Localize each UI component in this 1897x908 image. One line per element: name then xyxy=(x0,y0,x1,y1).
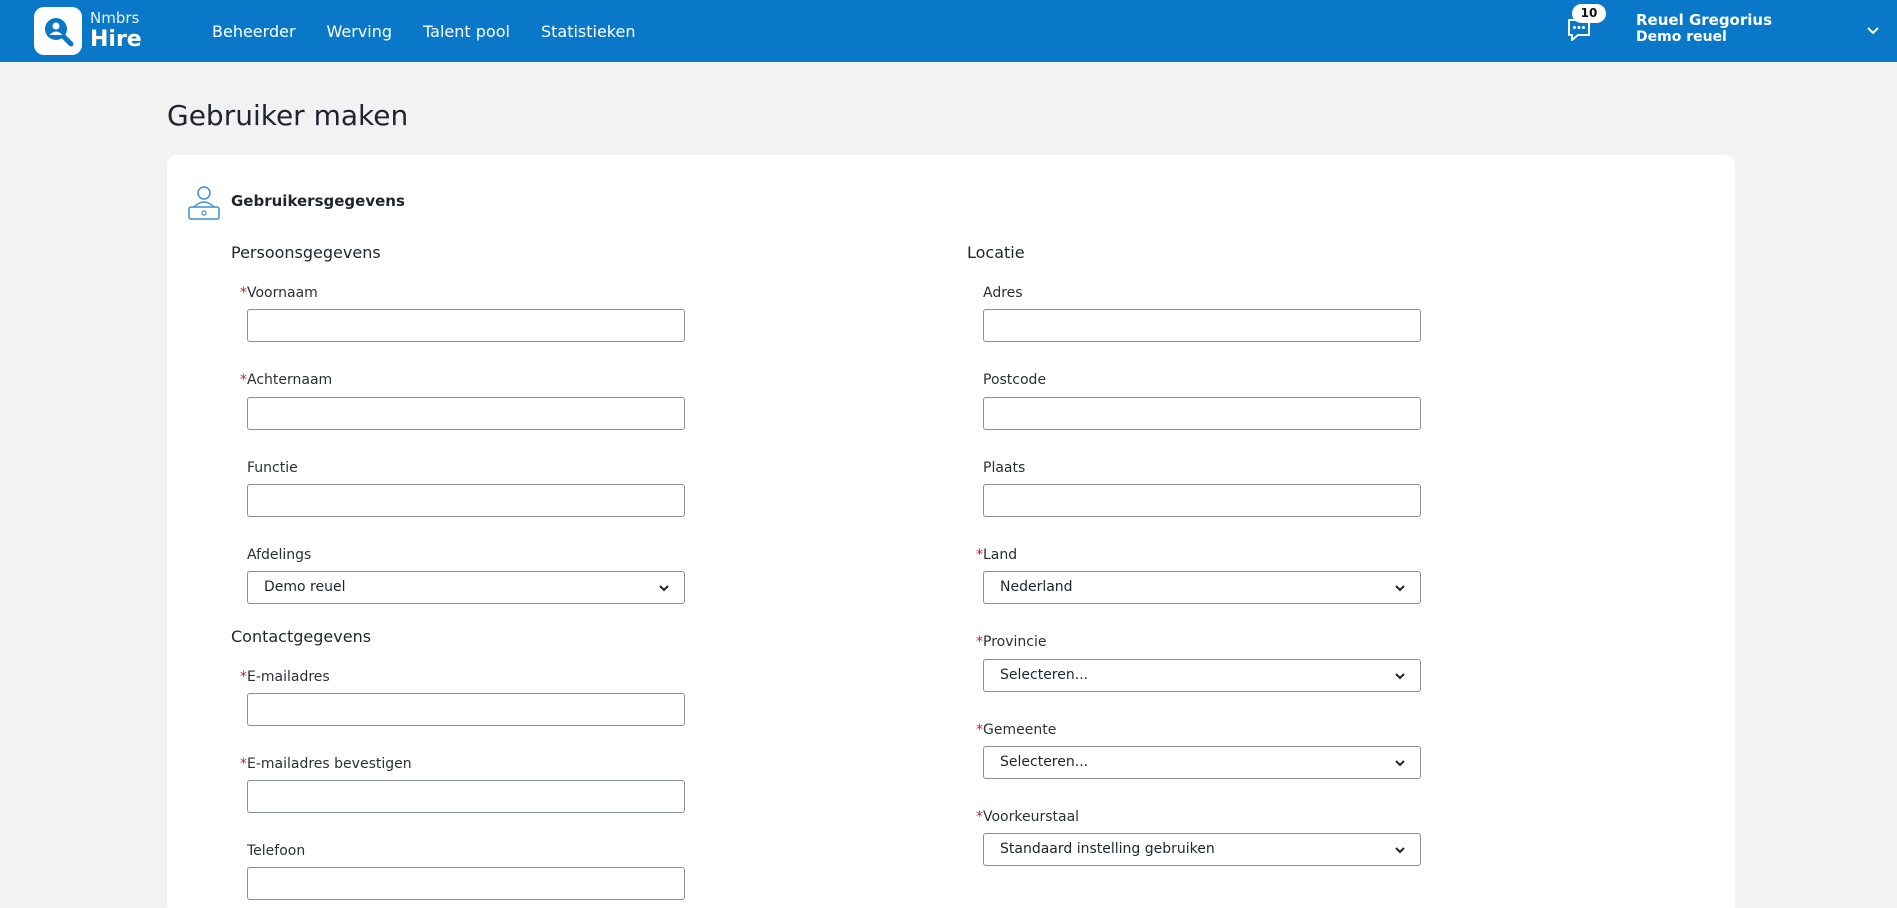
user-organization[interactable]: Demo reuel xyxy=(1636,29,1727,46)
voornaam-input[interactable] xyxy=(247,309,685,342)
gemeente-select[interactable]: Selecteren... xyxy=(983,746,1421,779)
email-input[interactable] xyxy=(247,693,685,726)
user-profile-icon xyxy=(188,186,220,220)
main-nav: Beheerder Werving Talent pool Statistiek… xyxy=(212,0,666,62)
search-person-icon xyxy=(45,18,74,47)
nav-statistieken[interactable]: Statistieken xyxy=(541,22,636,41)
label-voornaam: *Voornaam xyxy=(240,285,318,301)
section-locatie: Locatie xyxy=(967,243,1025,262)
afdelings-select[interactable]: Demo reuel xyxy=(247,571,685,604)
nav-talent-pool[interactable]: Talent pool xyxy=(423,22,510,41)
label-plaats: Plaats xyxy=(983,460,1026,476)
functie-input[interactable] xyxy=(247,484,685,517)
voorkeurstaal-select[interactable]: Standaard instelling gebruiken xyxy=(983,833,1421,866)
label-land: *Land xyxy=(976,547,1018,563)
label-emailadres-bevestigen: *E-mailadres bevestigen xyxy=(240,756,412,772)
label-postcode: Postcode xyxy=(983,372,1047,388)
land-select[interactable]: Nederland xyxy=(983,571,1421,604)
chevron-down-icon[interactable] xyxy=(1866,24,1880,38)
telefoon-input[interactable] xyxy=(247,867,685,900)
chevron-down-icon xyxy=(1395,847,1405,854)
label-afdelings: Afdelings xyxy=(247,547,312,563)
postcode-input[interactable] xyxy=(983,397,1421,430)
label-emailadres: *E-mailadres xyxy=(240,669,330,685)
chevron-down-icon xyxy=(1395,585,1405,592)
nav-beheerder[interactable]: Beheerder xyxy=(212,22,296,41)
card-title: Gebruikersgegevens xyxy=(231,192,405,210)
label-voorkeurstaal: *Voorkeurstaal xyxy=(976,809,1080,825)
brand-name-small: Nmbrs xyxy=(90,9,140,27)
provincie-select[interactable]: Selecteren... xyxy=(983,659,1421,692)
chevron-down-icon xyxy=(1395,760,1405,767)
adres-input[interactable] xyxy=(983,309,1421,342)
section-persoonsgegevens: Persoonsgegevens xyxy=(231,243,381,262)
user-name[interactable]: Reuel Gregorius xyxy=(1636,11,1772,29)
chevron-down-icon xyxy=(1395,673,1405,680)
chevron-down-icon xyxy=(659,585,669,592)
label-functie: Functie xyxy=(247,460,298,476)
email-confirm-input[interactable] xyxy=(247,780,685,813)
nmbrs-logo[interactable] xyxy=(34,7,82,55)
label-provincie: *Provincie xyxy=(976,634,1047,650)
label-achternaam: *Achternaam xyxy=(240,372,333,388)
nav-werving[interactable]: Werving xyxy=(327,22,393,41)
section-contactgegevens: Contactgegevens xyxy=(231,627,372,646)
achternaam-input[interactable] xyxy=(247,397,685,430)
label-adres: Adres xyxy=(983,285,1023,301)
brand-name-big: Hire xyxy=(90,27,142,52)
label-gemeente: *Gemeente xyxy=(976,722,1057,738)
notification-badge: 10 xyxy=(1572,4,1606,23)
user-form-card: Gebruikersgegevens Persoonsgegevens *Voo… xyxy=(167,155,1735,908)
page-title: Gebruiker maken xyxy=(167,99,409,132)
top-bar: Nmbrs Hire Beheerder Werving Talent pool… xyxy=(0,0,1897,62)
label-telefoon: Telefoon xyxy=(247,843,306,859)
plaats-input[interactable] xyxy=(983,484,1421,517)
